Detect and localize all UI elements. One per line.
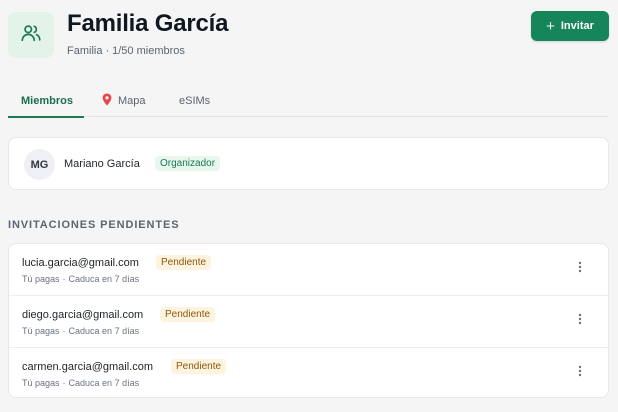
page-title: Familia García xyxy=(67,10,229,37)
map-pin-icon xyxy=(102,93,112,109)
subtitle-separator: · xyxy=(105,45,110,57)
invite-payer: Tú pagas xyxy=(22,274,60,284)
pending-section-title: INVITACIONES PENDIENTES xyxy=(8,219,180,231)
tab-members[interactable]: Miembros xyxy=(8,84,84,118)
avatar: MG xyxy=(24,149,55,180)
invite-email: carmen.garcia@gmail.com xyxy=(22,361,153,373)
invite-payer: Tú pagas xyxy=(22,326,60,336)
invite-email: lucia.garcia@gmail.com xyxy=(22,257,139,269)
tab-esims[interactable]: eSIMs xyxy=(179,84,210,117)
more-options-button[interactable] xyxy=(572,364,588,382)
member-name: Mariano García xyxy=(64,158,140,170)
list-item: lucia.garcia@gmail.com Pendiente Tú paga… xyxy=(9,244,608,295)
invite-button-label: Invitar xyxy=(560,20,594,32)
group-type: Familia xyxy=(67,45,103,57)
meta-separator: · xyxy=(62,274,66,284)
member-card: MG Mariano García Organizador xyxy=(8,137,609,190)
pending-invitations-list: lucia.garcia@gmail.com Pendiente Tú paga… xyxy=(8,243,609,398)
tab-bar: Miembros Mapa eSIMs xyxy=(8,84,608,118)
more-vertical-icon xyxy=(578,260,582,278)
meta-separator: · xyxy=(62,378,66,388)
list-item: carmen.garcia@gmail.com Pendiente Tú pag… xyxy=(9,347,608,399)
group-icon-tile xyxy=(8,12,54,58)
plus-icon: + xyxy=(546,17,555,35)
invite-button[interactable]: + Invitar xyxy=(531,11,609,41)
more-options-button[interactable] xyxy=(572,312,588,330)
more-vertical-icon xyxy=(578,312,582,330)
organizer-badge: Organizador xyxy=(155,156,221,171)
more-vertical-icon xyxy=(578,364,582,382)
tab-esims-label: eSIMs xyxy=(179,94,211,107)
status-badge: Pendiente xyxy=(171,359,227,374)
invite-meta: Tú pagas · Caduca en 7 días xyxy=(22,326,139,336)
group-subtitle: Familia · 1/50 miembros xyxy=(67,45,185,57)
more-options-button[interactable] xyxy=(572,260,588,278)
users-icon xyxy=(20,22,42,49)
invite-expiry: Caduca en 7 días xyxy=(68,378,140,388)
tab-map[interactable]: Mapa xyxy=(102,84,146,117)
status-badge: Pendiente xyxy=(160,307,216,322)
tab-map-label: Mapa xyxy=(118,94,146,107)
status-badge: Pendiente xyxy=(156,255,212,270)
list-item: diego.garcia@gmail.com Pendiente Tú paga… xyxy=(9,295,608,347)
tab-members-label: Miembros xyxy=(21,94,73,107)
invite-meta: Tú pagas · Caduca en 7 días xyxy=(22,274,139,284)
invite-expiry: Caduca en 7 días xyxy=(68,326,140,336)
member-count: 1/50 miembros xyxy=(112,45,185,57)
invite-meta: Tú pagas · Caduca en 7 días xyxy=(22,378,139,388)
invite-email: diego.garcia@gmail.com xyxy=(22,309,144,321)
invite-expiry: Caduca en 7 días xyxy=(68,274,140,284)
invite-payer: Tú pagas xyxy=(22,378,60,388)
meta-separator: · xyxy=(62,326,66,336)
